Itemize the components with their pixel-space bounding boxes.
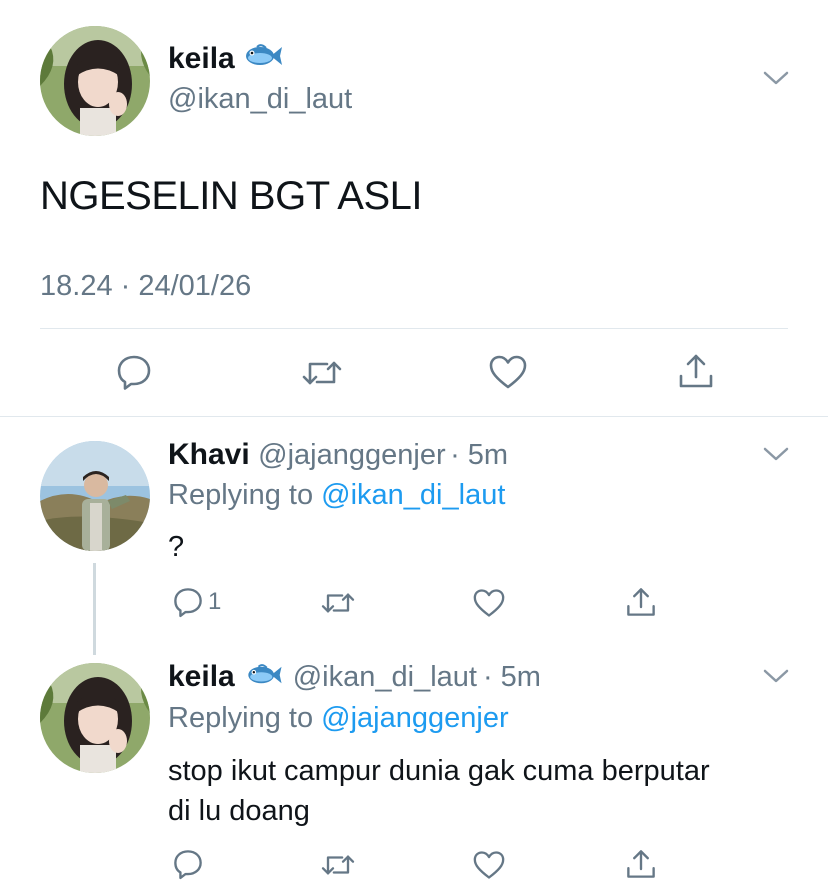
fish-emoji bbox=[243, 43, 283, 77]
reply-time: · 5m bbox=[450, 439, 509, 471]
divider bbox=[40, 328, 788, 329]
handle[interactable]: @jajanggenjer bbox=[258, 439, 445, 471]
reply-text: ? bbox=[168, 531, 185, 563]
retweet-icon[interactable] bbox=[320, 850, 356, 880]
reply-icon bbox=[172, 586, 204, 618]
display-name[interactable]: Khavi bbox=[168, 438, 250, 471]
replying-prefix: Replying to bbox=[168, 479, 322, 511]
thread-connector bbox=[93, 563, 96, 655]
handle[interactable]: @ikan_di_laut bbox=[168, 83, 352, 116]
avatar-keila[interactable] bbox=[40, 663, 150, 773]
retweet-icon[interactable] bbox=[320, 588, 356, 618]
replying-to-mention[interactable]: @jajanggenjer bbox=[321, 702, 508, 734]
heart-icon[interactable] bbox=[488, 354, 528, 390]
reply-time: · 5m bbox=[482, 660, 541, 693]
replying-to: Replying to @ikan_di_laut bbox=[168, 479, 505, 512]
share-icon[interactable] bbox=[677, 352, 715, 390]
replying-to: Replying to @jajanggenjer bbox=[168, 702, 509, 735]
reply-header: keila @ikan_di_laut · 5m bbox=[168, 660, 541, 694]
avatar-khavi[interactable] bbox=[40, 441, 150, 551]
reply-text-line: di lu doang bbox=[168, 795, 310, 827]
tweet-timestamp[interactable]: 18.24 · 24/01/26 bbox=[40, 270, 251, 303]
reply-count: 1 bbox=[208, 588, 222, 615]
display-name-text: keila bbox=[168, 42, 235, 75]
reply-icon[interactable] bbox=[115, 353, 153, 391]
avatar-keila[interactable] bbox=[40, 26, 150, 136]
replying-prefix: Replying to bbox=[168, 702, 322, 734]
reply-text: stop ikut campur dunia gak cuma berputar… bbox=[168, 751, 710, 831]
chevron-down-icon[interactable] bbox=[762, 444, 790, 464]
chevron-down-icon[interactable] bbox=[762, 68, 790, 88]
share-icon[interactable] bbox=[625, 586, 657, 618]
reply-text-line: stop ikut campur dunia gak cuma berputar bbox=[168, 755, 710, 787]
display-name[interactable]: keila bbox=[168, 660, 235, 694]
heart-icon[interactable] bbox=[472, 850, 506, 880]
heart-icon[interactable] bbox=[472, 588, 506, 618]
retweet-icon[interactable] bbox=[301, 355, 343, 391]
handle[interactable]: @ikan_di_laut bbox=[293, 661, 477, 694]
chevron-down-icon[interactable] bbox=[762, 666, 790, 686]
reply-header: Khavi @jajanggenjer · 5m bbox=[168, 438, 508, 472]
reply-icon[interactable] bbox=[172, 848, 204, 880]
divider bbox=[0, 416, 828, 417]
reply-action[interactable]: 1 bbox=[172, 586, 221, 618]
share-icon[interactable] bbox=[625, 848, 657, 880]
tweet-text: NGESELIN BGT ASLI bbox=[40, 174, 423, 218]
fish-emoji bbox=[245, 663, 283, 692]
replying-to-mention[interactable]: @ikan_di_laut bbox=[321, 479, 505, 511]
display-name[interactable]: keila bbox=[168, 42, 283, 77]
